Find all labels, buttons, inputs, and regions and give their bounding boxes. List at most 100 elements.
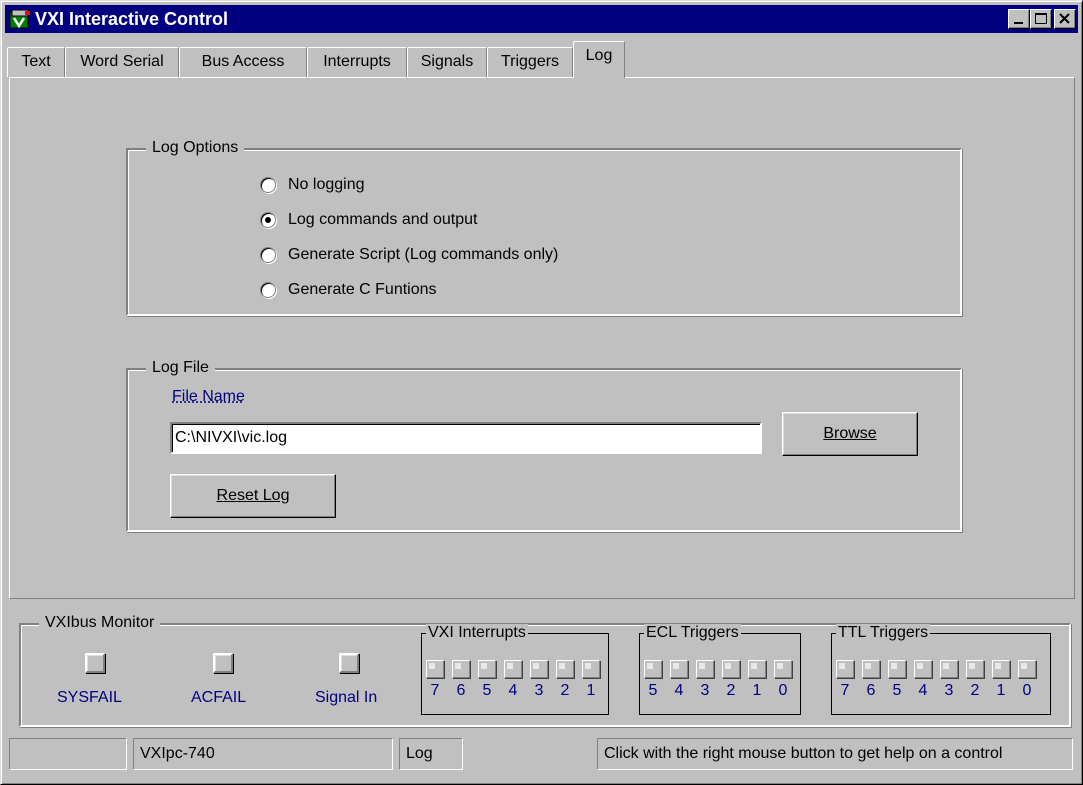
ecl-trigger-indicator-1 — [748, 660, 766, 678]
vxi-interrupt-indicator-3 — [530, 660, 548, 678]
ttl-trigger-indicator-3 — [940, 660, 958, 678]
vxi-interrupt-indicator-6 — [452, 660, 470, 678]
vxi-interrupts-legend: VXI Interrupts — [426, 624, 528, 642]
radio-label: Generate Script (Log commands only) — [288, 246, 559, 263]
close-button[interactable] — [1054, 9, 1076, 29]
ttl-trigger-indicator-6 — [862, 660, 880, 678]
ecl-trigger-line-label: 0 — [778, 682, 788, 699]
radio-generate-script[interactable]: Generate Script (Log commands only) — [260, 242, 558, 268]
ecl-trigger-indicator-5 — [644, 660, 662, 678]
vxi-interrupt-line-label: 1 — [586, 682, 596, 699]
close-icon — [1059, 13, 1070, 24]
radio-label: Generate C Funtions — [288, 281, 437, 298]
radio-label: Log commands and output — [288, 211, 478, 228]
ttl-trigger-line-label: 6 — [866, 682, 876, 699]
ecl-trigger-indicator-2 — [722, 660, 740, 678]
vxi-interrupt-line-label: 5 — [482, 682, 492, 699]
reset-log-button-label: Reset Log — [216, 487, 290, 504]
ttl-trigger-line-label: 1 — [996, 682, 1006, 699]
ttl-triggers-indicators: 76543210 — [836, 660, 1048, 706]
browse-button-label: Browse — [823, 425, 877, 442]
ecl-trigger-indicator-4 — [670, 660, 688, 678]
ttl-trigger-line-label: 4 — [918, 682, 928, 699]
radio-icon[interactable] — [260, 247, 276, 263]
tab-log[interactable]: Log — [573, 41, 625, 78]
sysfail-led — [85, 653, 105, 673]
tab-interrupts[interactable]: Interrupts — [307, 47, 407, 77]
log-file-group: Log File File Name C:\NIVXI\vic.log Brow… — [126, 358, 962, 532]
vxi-interrupt-line-label: 2 — [560, 682, 570, 699]
sysfail-label: SYSFAIL — [57, 689, 122, 706]
ecl-triggers-indicators: 543210 — [644, 660, 798, 706]
radio-no-logging[interactable]: No logging — [260, 172, 365, 198]
file-name-input[interactable]: C:\NIVXI\vic.log — [170, 422, 762, 454]
vxi-interrupt-line-label: 3 — [534, 682, 544, 699]
file-name-label: File Name — [172, 388, 245, 405]
status-help-text: Click with the right mouse button to get… — [597, 738, 1073, 770]
log-options-group: Log Options No logging Log commands and … — [126, 138, 962, 316]
ttl-trigger-indicator-5 — [888, 660, 906, 678]
tab-triggers[interactable]: Triggers — [487, 47, 573, 77]
radio-generate-c-functions[interactable]: Generate C Funtions — [260, 277, 437, 303]
ttl-triggers-box: TTL Triggers 76543210 — [831, 624, 1051, 715]
acfail-label: ACFAIL — [191, 689, 247, 706]
status-device: VXIpc-740 — [133, 738, 393, 770]
vxi-interrupt-indicator-1 — [582, 660, 600, 678]
vxi-interrupt-indicator-5 — [478, 660, 496, 678]
browse-button[interactable]: Browse — [782, 412, 918, 456]
ttl-trigger-line-label: 5 — [892, 682, 902, 699]
tab-word-serial[interactable]: Word Serial — [65, 47, 179, 77]
main-window: VXI Interactive Control Text Word Serial… — [0, 0, 1083, 785]
vxi-interrupts-indicators: 7654321 — [426, 660, 606, 706]
ecl-trigger-indicator-3 — [696, 660, 714, 678]
radio-icon[interactable] — [260, 177, 276, 193]
vxi-interrupt-indicator-7 — [426, 660, 444, 678]
vxi-interrupt-line-label: 7 — [430, 682, 440, 699]
status-panel-empty — [9, 738, 127, 770]
ecl-triggers-box: ECL Triggers 543210 — [639, 624, 801, 715]
signal-in-led — [339, 653, 359, 673]
log-tab-panel: Log Options No logging Log commands and … — [9, 77, 1075, 599]
tab-signals[interactable]: Signals — [407, 47, 487, 77]
maximize-button[interactable] — [1030, 9, 1052, 29]
vxi-interrupts-box: VXI Interrupts 7654321 — [421, 624, 609, 715]
radio-selected-icon[interactable] — [260, 212, 276, 228]
ttl-trigger-line-label: 3 — [944, 682, 954, 699]
tab-strip: Text Word Serial Bus Access Interrupts S… — [7, 39, 1079, 78]
maximize-icon — [1035, 13, 1047, 24]
ecl-trigger-line-label: 2 — [726, 682, 736, 699]
ttl-trigger-indicator-2 — [966, 660, 984, 678]
vxi-app-icon[interactable] — [9, 9, 31, 29]
ecl-trigger-line-label: 3 — [700, 682, 710, 699]
log-file-legend: Log File — [146, 358, 215, 378]
title-bar[interactable]: VXI Interactive Control — [5, 5, 1078, 33]
log-options-legend: Log Options — [146, 138, 245, 158]
radio-log-commands-output[interactable]: Log commands and output — [260, 207, 477, 233]
minimize-icon — [1014, 22, 1023, 24]
ttl-trigger-line-label: 2 — [970, 682, 980, 699]
radio-label: No logging — [288, 176, 365, 193]
reset-log-button[interactable]: Reset Log — [170, 474, 336, 518]
window-title: VXI Interactive Control — [35, 9, 229, 29]
radio-icon[interactable] — [260, 282, 276, 298]
tab-text[interactable]: Text — [7, 47, 65, 77]
ecl-trigger-line-label: 5 — [648, 682, 658, 699]
ttl-trigger-indicator-1 — [992, 660, 1010, 678]
vxi-interrupt-indicator-4 — [504, 660, 522, 678]
ttl-trigger-line-label: 7 — [840, 682, 850, 699]
signal-in-label: Signal In — [315, 689, 378, 706]
ecl-trigger-line-label: 4 — [674, 682, 684, 699]
vxi-interrupt-line-label: 6 — [456, 682, 466, 699]
ttl-trigger-indicator-7 — [836, 660, 854, 678]
tab-bus-access[interactable]: Bus Access — [179, 47, 307, 77]
vxi-interrupt-indicator-2 — [556, 660, 574, 678]
ttl-trigger-line-label: 0 — [1022, 682, 1032, 699]
minimize-button[interactable] — [1008, 9, 1030, 29]
status-mode: Log — [399, 738, 463, 770]
ecl-trigger-line-label: 1 — [752, 682, 762, 699]
ecl-triggers-legend: ECL Triggers — [644, 624, 741, 642]
vxibus-monitor-legend: VXIbus Monitor — [39, 613, 161, 633]
ttl-triggers-legend: TTL Triggers — [836, 624, 931, 642]
vxibus-monitor-group: VXIbus Monitor SYSFAIL ACFAIL Signal In … — [19, 613, 1071, 727]
ecl-trigger-indicator-0 — [774, 660, 792, 678]
